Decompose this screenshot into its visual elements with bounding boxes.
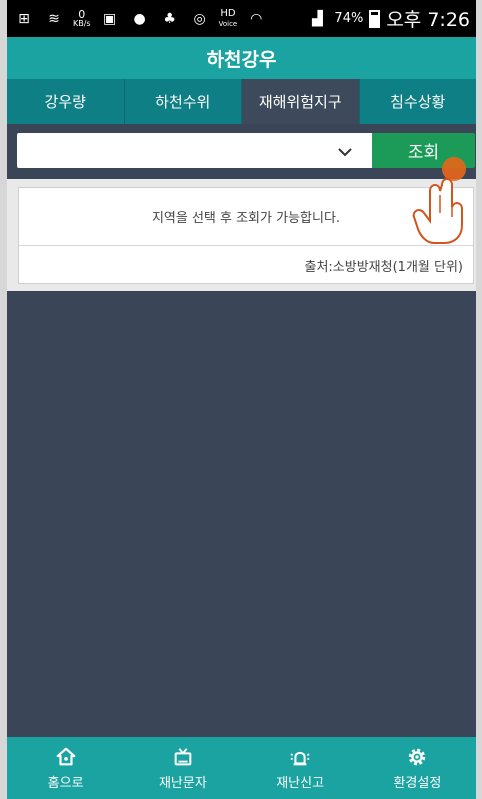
result-panel: 지역을 선택 후 조회가 가능합니다. 출처:소방방재청(1개월 단위)	[7, 179, 476, 291]
nav-label: 재난신고	[276, 775, 325, 791]
region-select[interactable]	[17, 133, 372, 168]
tab-river-level[interactable]: 하천수위	[125, 79, 242, 124]
nav-disaster-message[interactable]: 재난문자	[124, 737, 241, 799]
nav-disaster-report[interactable]: 재난신고	[242, 737, 359, 799]
nav-home[interactable]: 홈으로	[7, 737, 124, 799]
chat-icon: ●	[133, 10, 146, 27]
phone-screen: ⊞ ≋ 0 KB/s ▣ ● ♣ ◎ HD Voice ◠ ▟ 74% 오후 7…	[7, 0, 476, 799]
home-icon	[56, 747, 75, 765]
app-title: 하천강우	[206, 48, 277, 71]
gear-icon	[409, 748, 426, 765]
data-source: 출처:소방방재청(1개월 단위)	[304, 259, 464, 275]
tab-flood-status[interactable]: 침수상황	[360, 79, 477, 124]
chevron-down-icon	[338, 143, 352, 161]
battery-icon	[369, 9, 381, 28]
add-icon: ⊞	[18, 10, 30, 27]
bottom-nav: 홈으로 재난문자 재난신고 환경설정	[7, 737, 476, 799]
nav-settings[interactable]: 환경설정	[359, 737, 476, 799]
voice-label: Voice	[218, 19, 238, 28]
tab-label: 재해위험지구	[258, 93, 342, 111]
battery-percent: 74%	[334, 11, 364, 26]
cherry-icon: ♣	[163, 10, 176, 27]
cell-signal-icon: ▟	[312, 10, 323, 27]
image-icon: ▣	[102, 10, 117, 27]
app-title-bar: 하천강우	[7, 37, 476, 79]
tab-label: 하천수위	[155, 93, 211, 111]
nav-label: 환경설정	[393, 775, 442, 791]
tab-rainfall[interactable]: 강우량	[7, 79, 125, 124]
net-speed: 0 KB/s	[73, 7, 91, 28]
alarm-icon: ◎	[193, 10, 206, 27]
nav-label: 재난문자	[158, 775, 207, 791]
tab-bar: 강우량 하천수위 재해위험지구 침수상황	[7, 79, 476, 124]
hd-voice-badge: HD Voice	[218, 7, 238, 29]
clock: 오후 7:26	[386, 9, 470, 31]
result-card: 지역을 선택 후 조회가 가능합니다. 출처:소방방재청(1개월 단위)	[18, 187, 474, 284]
wifi-icon: ≋	[48, 10, 60, 27]
tab-label: 침수상황	[390, 93, 446, 111]
tv-icon	[174, 747, 192, 765]
pointing-hand-icon	[412, 157, 466, 244]
tab-label: 강우량	[44, 93, 86, 111]
status-bar: ⊞ ≋ 0 KB/s ▣ ● ♣ ◎ HD Voice ◠ ▟ 74% 오후 7…	[7, 0, 476, 37]
result-message: 지역을 선택 후 조회가 가능합니다.	[19, 188, 473, 246]
hd-label: HD	[220, 7, 236, 19]
tab-disaster-risk-zone[interactable]: 재해위험지구	[242, 79, 360, 124]
search-bar: 조회	[17, 133, 475, 168]
wifi-signal-icon: ◠	[250, 10, 263, 27]
siren-icon	[290, 751, 310, 765]
net-speed-unit: KB/s	[73, 18, 91, 28]
net-speed-value: 0	[78, 7, 86, 21]
nav-label: 홈으로	[47, 775, 84, 791]
